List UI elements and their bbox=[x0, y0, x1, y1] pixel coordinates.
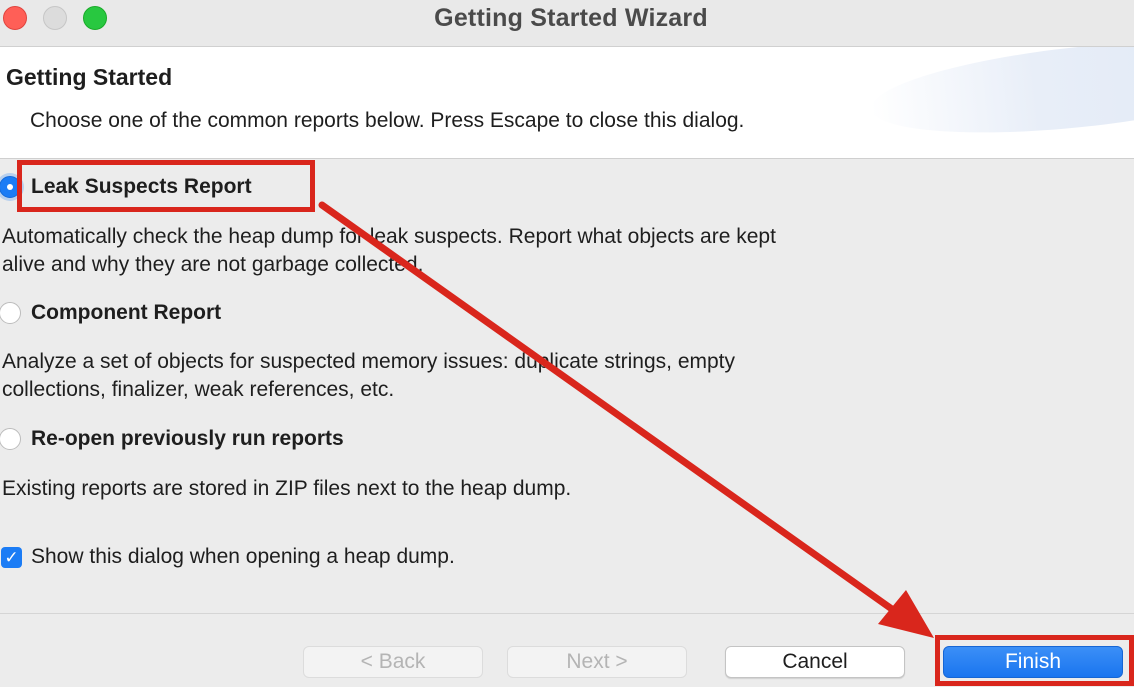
page-description: Choose one of the common reports below. … bbox=[30, 109, 745, 132]
radio-unchecked-icon[interactable] bbox=[0, 302, 21, 324]
title-bar: Getting Started Wizard bbox=[0, 0, 1134, 47]
option-reopen-reports[interactable]: Re-open previously run reports bbox=[0, 424, 344, 454]
cancel-button[interactable]: Cancel bbox=[725, 646, 905, 678]
description-line: Automatically check the heap dump for le… bbox=[2, 225, 776, 248]
option-description: Automatically check the heap dump for le… bbox=[2, 223, 902, 279]
description-line: Existing reports are stored in ZIP files… bbox=[2, 477, 572, 500]
banner-graphic bbox=[866, 47, 1134, 149]
option-label[interactable]: Component Report bbox=[31, 301, 221, 325]
description-line: Analyze a set of objects for suspected m… bbox=[2, 350, 736, 373]
description-line: alive and why they are not garbage colle… bbox=[2, 253, 424, 276]
annotation-highlight-leak-suspects bbox=[17, 160, 315, 212]
annotation-highlight-finish bbox=[935, 635, 1134, 686]
next-button[interactable]: Next > bbox=[507, 646, 687, 678]
radio-unchecked-icon[interactable] bbox=[0, 428, 21, 450]
page-title: Getting Started bbox=[6, 64, 173, 90]
option-label[interactable]: Re-open previously run reports bbox=[31, 427, 344, 451]
show-dialog-checkbox[interactable]: ✓ Show this dialog when opening a heap d… bbox=[0, 542, 455, 572]
options-area: Leak Suspects Report Automatically check… bbox=[0, 159, 1134, 613]
window-title: Getting Started Wizard bbox=[434, 4, 708, 32]
checkbox-label[interactable]: Show this dialog when opening a heap dum… bbox=[31, 545, 455, 569]
back-button[interactable]: < Back bbox=[303, 646, 483, 678]
checkmark-icon[interactable]: ✓ bbox=[1, 546, 22, 568]
option-description: Analyze a set of objects for suspected m… bbox=[2, 348, 902, 404]
option-component-report[interactable]: Component Report bbox=[0, 298, 221, 328]
wizard-header: Getting Started Choose one of the common… bbox=[0, 47, 1134, 159]
description-line: collections, finalizer, weak references,… bbox=[2, 378, 395, 401]
option-description: Existing reports are stored in ZIP files… bbox=[2, 475, 902, 503]
